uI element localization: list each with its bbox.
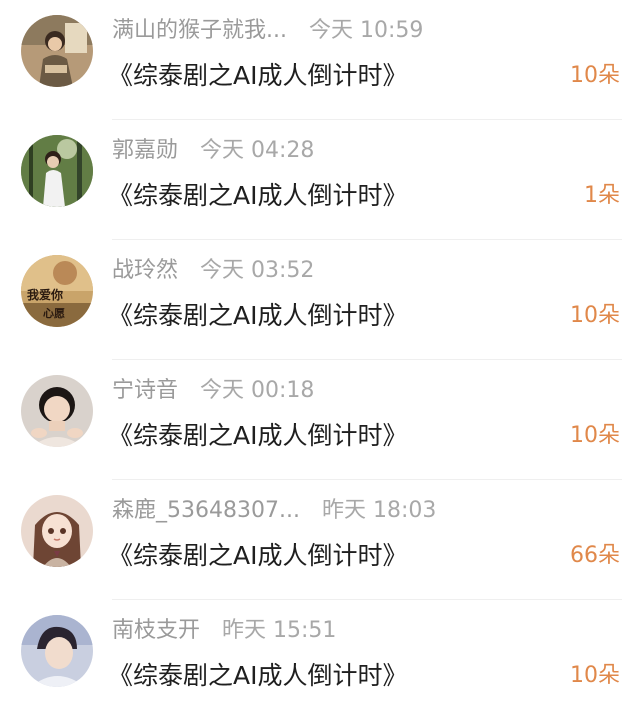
work-title[interactable]: 《综泰剧之AI成人倒计时》 bbox=[108, 416, 407, 456]
gift-comment-list: 满山的猴子就我... 今天 10:59 《综泰剧之AI成人倒计时》 10朵 郭嘉勋… bbox=[0, 0, 640, 713]
timestamp: 今天 04:28 bbox=[200, 138, 315, 163]
user-avatar[interactable] bbox=[21, 375, 93, 447]
work-title[interactable]: 《综泰剧之AI成人倒计时》 bbox=[108, 536, 407, 576]
list-item[interactable]: 满山的猴子就我... 今天 10:59 《综泰剧之AI成人倒计时》 10朵 bbox=[0, 0, 640, 120]
timestamp: 今天 00:18 bbox=[200, 378, 315, 403]
comment-meta: 战玲然 今天 03:52 bbox=[112, 254, 314, 288]
list-item[interactable]: 宁诗音 今天 00:18 《综泰剧之AI成人倒计时》 10朵 bbox=[0, 360, 640, 480]
timestamp: 昨天 18:03 bbox=[321, 498, 437, 523]
comment-meta: 宁诗音 今天 00:18 bbox=[112, 374, 314, 408]
avatar-text-2: 心愿 bbox=[43, 307, 65, 320]
flower-count: 10朵 bbox=[570, 63, 620, 88]
username[interactable]: 森鹿_53648307... bbox=[112, 494, 300, 528]
username[interactable]: 满山的猴子就我... bbox=[112, 14, 287, 48]
username[interactable]: 郭嘉勋 bbox=[112, 134, 178, 168]
user-avatar[interactable]: 我爱你 心愿 bbox=[21, 255, 93, 327]
flower-count: 10朵 bbox=[570, 303, 620, 328]
work-title[interactable]: 《综泰剧之AI成人倒计时》 bbox=[108, 56, 407, 96]
list-item[interactable]: 我爱你 心愿 战玲然 今天 03:52 《综泰剧之AI成人倒计时》 10朵 bbox=[0, 240, 640, 360]
avatar-photo-woman-portrait bbox=[21, 375, 93, 447]
avatar-photo-girl-forest bbox=[21, 135, 93, 207]
comment-meta: 郭嘉勋 今天 04:28 bbox=[112, 134, 314, 168]
avatar-text-1: 我爱你 bbox=[27, 287, 63, 302]
avatar-photo-text-art: 我爱你 心愿 bbox=[21, 255, 93, 327]
comment-meta: 森鹿_53648307... 昨天 18:03 bbox=[112, 494, 436, 528]
list-item[interactable]: 南枝支开 昨天 15:51 《综泰剧之AI成人倒计时》 10朵 bbox=[0, 600, 640, 720]
avatar-photo-man-sitting bbox=[21, 15, 93, 87]
flower-count: 66朵 bbox=[570, 543, 620, 568]
user-avatar[interactable] bbox=[21, 135, 93, 207]
flower-count: 10朵 bbox=[570, 423, 620, 448]
list-item[interactable]: 森鹿_53648307... 昨天 18:03 《综泰剧之AI成人倒计时》 66朵 bbox=[0, 480, 640, 600]
work-title[interactable]: 《综泰剧之AI成人倒计时》 bbox=[108, 656, 407, 696]
comment-meta: 满山的猴子就我... 今天 10:59 bbox=[112, 14, 423, 48]
flower-count: 1朵 bbox=[584, 183, 620, 208]
avatar-illustration-girl bbox=[21, 495, 93, 567]
timestamp: 今天 10:59 bbox=[308, 18, 424, 43]
username[interactable]: 战玲然 bbox=[112, 254, 178, 288]
comment-meta: 南枝支开 昨天 15:51 bbox=[112, 614, 336, 648]
work-title[interactable]: 《综泰剧之AI成人倒计时》 bbox=[108, 176, 407, 216]
timestamp: 今天 03:52 bbox=[200, 258, 315, 283]
timestamp: 昨天 15:51 bbox=[222, 618, 337, 643]
work-title[interactable]: 《综泰剧之AI成人倒计时》 bbox=[108, 296, 407, 336]
avatar-photo-man-portrait bbox=[21, 615, 93, 687]
user-avatar[interactable] bbox=[21, 15, 93, 87]
flower-count: 10朵 bbox=[570, 663, 620, 688]
username[interactable]: 宁诗音 bbox=[112, 374, 178, 408]
user-avatar[interactable] bbox=[21, 495, 93, 567]
username[interactable]: 南枝支开 bbox=[112, 614, 200, 648]
list-item[interactable]: 郭嘉勋 今天 04:28 《综泰剧之AI成人倒计时》 1朵 bbox=[0, 120, 640, 240]
user-avatar[interactable] bbox=[21, 615, 93, 687]
